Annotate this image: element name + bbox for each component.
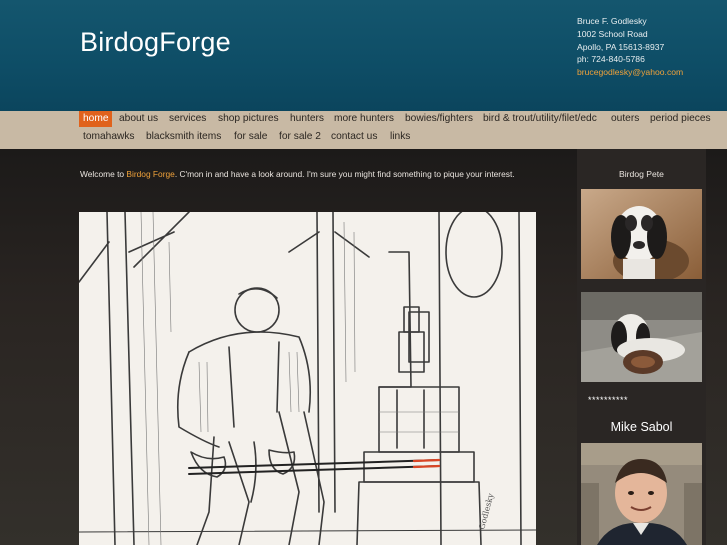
nav-item-services[interactable]: services xyxy=(165,111,210,127)
welcome-suffix: . C'mon in and have a look around. I'm s… xyxy=(174,169,515,179)
contact-city: Apollo, PA 15613-8937 xyxy=(577,41,665,52)
site-header: BirdogForge Bruce F. Godlesky 1002 Schoo… xyxy=(0,0,727,111)
nav-item-for-sale-2[interactable]: for sale 2 xyxy=(275,129,325,145)
sidebar-title: Birdog Pete xyxy=(619,169,664,179)
nav-item-home[interactable]: home xyxy=(79,111,113,127)
nav-item-outers[interactable]: outers xyxy=(607,111,643,127)
nav-item-shop-pictures[interactable]: shop pictures xyxy=(214,111,283,127)
sidebar-person-name: Mike Sabol xyxy=(610,420,673,434)
main-content: Welcome to Birdog Forge. C'mon in and ha… xyxy=(0,149,727,545)
blacksmith-sketch-svg: Godlesky xyxy=(79,212,536,545)
welcome-prefix: Welcome to xyxy=(80,169,127,179)
nav-item-bird-trout[interactable]: bird & trout/utility/filet/edc xyxy=(479,111,601,127)
nav-item-for-sale[interactable]: for sale xyxy=(230,129,271,145)
contact-email-link[interactable]: brucegodlesky@yahoo.com xyxy=(577,66,683,79)
contact-name: Bruce F. Godlesky xyxy=(577,16,647,26)
sidebar: Birdog Pete ********** Mike Sabol xyxy=(577,149,706,545)
nav-item-blacksmith-items[interactable]: blacksmith items xyxy=(142,129,225,145)
nav-item-tomahawks[interactable]: tomahawks xyxy=(79,129,139,145)
nav-item-hunters[interactable]: hunters xyxy=(286,111,328,127)
main-nav: home about us services shop pictures hun… xyxy=(0,111,727,149)
welcome-text: Welcome to Birdog Forge. C'mon in and ha… xyxy=(80,169,515,179)
nav-item-contact-us[interactable]: contact us xyxy=(327,129,381,145)
dog-photo-2 xyxy=(581,292,702,382)
nav-item-more-hunters[interactable]: more hunters xyxy=(330,111,398,127)
nav-item-bowies-fighters[interactable]: bowies/fighters xyxy=(401,111,477,127)
mike-sabol-photo-svg xyxy=(581,443,702,545)
site-title[interactable]: BirdogForge xyxy=(80,27,231,58)
nav-item-links[interactable]: links xyxy=(386,129,414,145)
birdog-forge-link[interactable]: Birdog Forge xyxy=(126,169,174,179)
contact-street: 1002 School Road xyxy=(577,28,648,39)
contact-phone: ph: 724-840-5786 xyxy=(577,54,645,65)
dog-photo-1-svg xyxy=(581,189,702,279)
nav-item-about-us[interactable]: about us xyxy=(115,111,162,127)
sidebar-stars: ********** xyxy=(588,395,629,405)
contact-info: Bruce F. Godlesky 1002 School Road Apoll… xyxy=(577,15,683,79)
dog-photo-2-svg xyxy=(581,292,702,382)
blacksmith-drawing-image: Godlesky xyxy=(79,212,536,545)
mike-sabol-photo xyxy=(581,443,702,545)
nav-item-period-pieces[interactable]: period pieces xyxy=(646,111,715,127)
dog-photo-1 xyxy=(581,189,702,279)
